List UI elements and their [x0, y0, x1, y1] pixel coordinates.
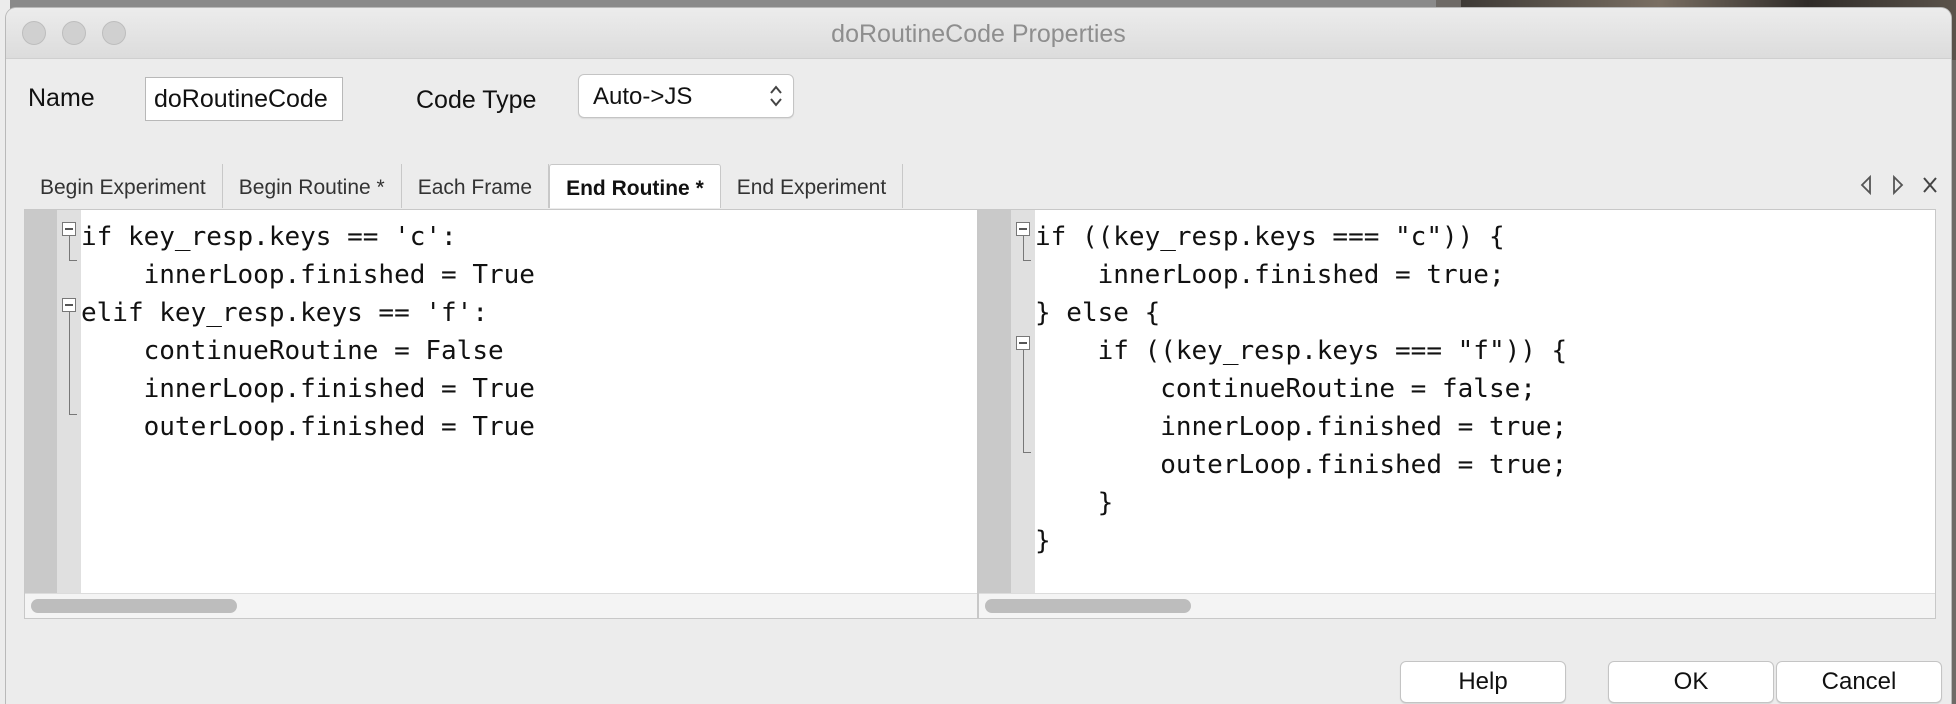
js-code: if ((key_resp.keys === "c")) { innerLoop… [1035, 218, 1567, 560]
fold-toggle-icon[interactable] [1016, 222, 1030, 236]
fold-guide [69, 312, 70, 414]
code-line: if ((key_resp.keys === "c")) { [1035, 222, 1505, 252]
fold-guide [69, 236, 70, 260]
tab-controls [1857, 174, 1939, 196]
scrollbar-thumb[interactable] [985, 599, 1191, 613]
name-label: Name [28, 84, 95, 112]
fold-guide [1023, 236, 1024, 260]
code-line: continueRoutine = False [81, 336, 504, 366]
close-tab-icon[interactable] [1921, 174, 1939, 196]
fold-guide-end [69, 260, 77, 261]
fold-guide-end [69, 414, 77, 415]
fold-guide [1023, 350, 1024, 452]
fold-toggle-icon[interactable] [62, 222, 76, 236]
tab-begin-experiment[interactable]: Begin Experiment [24, 164, 223, 208]
python-code-editor[interactable]: if key_resp.keys == 'c': innerLoop.finis… [24, 209, 978, 619]
code-line: } [1035, 526, 1051, 556]
fold-toggle-icon[interactable] [1016, 336, 1030, 350]
scrollbar-thumb[interactable] [31, 599, 237, 613]
tab-end-experiment[interactable]: End Experiment [721, 164, 904, 208]
cancel-button[interactable]: Cancel [1776, 661, 1942, 703]
line-number-gutter [25, 210, 57, 596]
fold-toggle-icon[interactable] [62, 298, 76, 312]
code-line: innerLoop.finished = True [81, 260, 535, 290]
code-line: innerLoop.finished = True [81, 374, 535, 404]
window-title: doRoutineCode Properties [831, 20, 1126, 48]
fold-guide-end [1023, 260, 1031, 261]
tab-end-routine[interactable]: End Routine * [549, 164, 721, 208]
line-number-gutter [979, 210, 1011, 596]
horizontal-scrollbar[interactable] [25, 593, 977, 618]
tab-each-frame[interactable]: Each Frame [402, 164, 550, 208]
tab-begin-routine[interactable]: Begin Routine * [223, 164, 402, 208]
properties-dialog: doRoutineCode Properties Name Code Type … [6, 8, 1951, 704]
code-line: outerLoop.finished = true; [1035, 450, 1568, 480]
js-code-editor[interactable]: if ((key_resp.keys === "c")) { innerLoop… [978, 209, 1936, 619]
code-line: elif key_resp.keys == 'f': [81, 298, 488, 328]
horizontal-scrollbar[interactable] [979, 593, 1935, 618]
code-type-value: Auto->JS [593, 83, 693, 110]
name-input[interactable] [145, 77, 343, 121]
fold-margin [57, 210, 81, 596]
code-type-select[interactable]: Auto->JS [578, 74, 794, 118]
code-line: innerLoop.finished = true; [1035, 412, 1568, 442]
titlebar: doRoutineCode Properties [6, 8, 1951, 59]
help-button[interactable]: Help [1400, 661, 1566, 703]
code-line: if key_resp.keys == 'c': [81, 222, 457, 252]
fold-margin [1011, 210, 1035, 596]
code-line: } [1035, 488, 1114, 518]
fold-guide-end [1023, 452, 1031, 453]
code-type-label: Code Type [416, 86, 537, 114]
select-arrows-icon [770, 85, 782, 107]
code-tabs: Begin Experiment Begin Routine * Each Fr… [24, 164, 904, 208]
code-line: innerLoop.finished = true; [1035, 260, 1505, 290]
ok-button[interactable]: OK [1608, 661, 1774, 703]
python-code: if key_resp.keys == 'c': innerLoop.finis… [81, 218, 535, 446]
tab-scroll-left-icon[interactable] [1857, 174, 1875, 196]
code-line: continueRoutine = false; [1035, 374, 1536, 404]
code-line: outerLoop.finished = True [81, 412, 535, 442]
code-line: } else { [1035, 298, 1161, 328]
tab-scroll-right-icon[interactable] [1889, 174, 1907, 196]
code-line: if ((key_resp.keys === "f")) { [1035, 336, 1568, 366]
